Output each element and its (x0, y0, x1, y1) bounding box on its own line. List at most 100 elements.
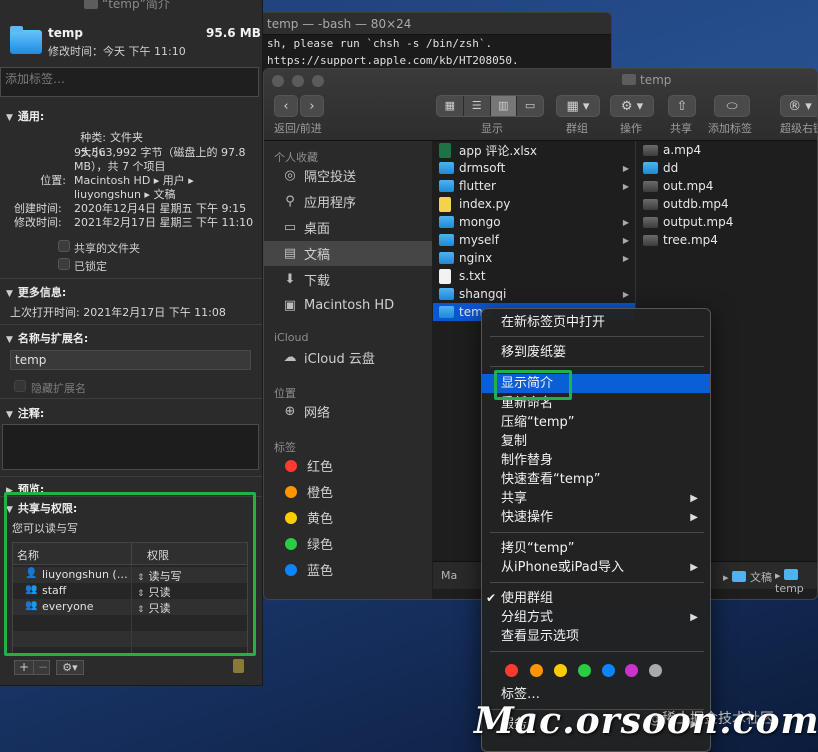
add-tag-button[interactable]: ⬭ (714, 95, 750, 117)
comments-section-header[interactable]: ▼ 注释: (6, 405, 44, 421)
close-window-button[interactable] (272, 75, 284, 87)
folder-row[interactable]: shangqi ▶ (433, 285, 635, 303)
file-row[interactable]: out.mp4 (637, 177, 817, 195)
folder-row[interactable]: dd (637, 159, 817, 177)
back-button[interactable]: ‹ (274, 95, 298, 117)
menu-item-group-by[interactable]: 分组方式 ▶ (482, 608, 710, 627)
menu-item-quick-look[interactable]: 快速查看“temp” (482, 470, 710, 489)
menu-item-open-in-new-tab[interactable]: 在新标签页中打开 (482, 313, 710, 332)
file-row[interactable]: output.mp4 (637, 213, 817, 231)
folder-row[interactable]: drmsoft ▶ (433, 159, 635, 177)
comments-textarea[interactable] (2, 424, 259, 470)
menu-item-compress[interactable]: 压缩“temp” (482, 413, 710, 432)
view-switcher[interactable]: ▦ ☰ ▥ ▭ (436, 95, 544, 117)
blue-tag-dot-icon (285, 563, 297, 576)
site-watermark: Mac.orsoon.com (474, 700, 818, 742)
tag-input[interactable]: 添加标签… (0, 67, 259, 97)
sidebar-item-macintosh-hd[interactable]: ▣ Macintosh HD (264, 293, 432, 318)
chevron-left-icon: ‹ (283, 98, 289, 114)
item-name: temp (48, 26, 83, 40)
file-row[interactable]: tree.mp4 (637, 231, 817, 249)
super-right-click-button[interactable]: ® ▾ (780, 95, 817, 117)
minimize-window-button[interactable] (292, 75, 304, 87)
sidebar-item-tag-yellow[interactable]: 黄色 (264, 505, 432, 530)
folder-row[interactable]: myself ▶ (433, 231, 635, 249)
locked-checkbox[interactable] (58, 258, 70, 270)
sidebar-item-applications[interactable]: ⚲ 应用程序 (264, 189, 432, 214)
gray-tag-dot-icon[interactable] (649, 664, 662, 677)
menu-item-move-to-trash[interactable]: 移到废纸篓 (482, 343, 710, 362)
sidebar-item-tag-red[interactable]: 红色 (264, 453, 432, 478)
action-button[interactable]: ⚙ ▾ (610, 95, 654, 117)
zoom-window-button[interactable] (312, 75, 324, 87)
share-button[interactable]: ⇧ (668, 95, 696, 117)
general-section-header[interactable]: ▼ 通用: (6, 108, 44, 124)
file-row[interactable]: index.py (433, 195, 635, 213)
sidebar-item-tag-blue[interactable]: 蓝色 (264, 557, 432, 582)
excel-file-icon (439, 142, 451, 158)
sidebar-item-downloads[interactable]: ⬇ 下载 (264, 267, 432, 292)
menu-item-import-from-iphone[interactable]: 从iPhone或iPad导入 ▶ (482, 558, 710, 577)
menu-item-use-groups[interactable]: ✔ 使用群组 (482, 589, 710, 608)
lock-icon[interactable] (233, 659, 244, 673)
sidebar-item-network[interactable]: ⊕ 网络 (264, 399, 432, 424)
python-file-icon (439, 196, 451, 212)
name-field[interactable]: temp (10, 350, 251, 370)
menu-item-make-alias[interactable]: 制作替身 (482, 451, 710, 470)
sidebar-item-documents[interactable]: ▤ 文稿 (264, 241, 432, 266)
group-label: 群组 (566, 122, 588, 135)
green-tag-dot-icon (285, 537, 297, 550)
locked-label: 已锁定 (74, 260, 107, 273)
shared-folder-checkbox[interactable] (58, 240, 70, 252)
purple-tag-dot-icon[interactable] (625, 664, 638, 677)
folder-row[interactable]: flutter ▶ (433, 177, 635, 195)
sidebar-item-icloud-drive[interactable]: ☁ iCloud 云盘 (264, 345, 432, 370)
hide-extension-checkbox[interactable] (14, 380, 26, 392)
icon-view-icon[interactable]: ▦ (437, 96, 464, 116)
column-view-icon[interactable]: ▥ (490, 96, 518, 116)
menu-item-quick-actions[interactable]: 快速操作 ▶ (482, 508, 710, 527)
disclosure-open-icon: ▼ (6, 113, 13, 123)
group-button[interactable]: ▦ ▾ (556, 95, 600, 117)
sidebar-item-tag-orange[interactable]: 橙色 (264, 479, 432, 504)
icloud-header: iCloud (274, 331, 309, 344)
documents-icon: ▤ (283, 245, 297, 261)
gear-menu-button[interactable]: ⚙▾ (56, 660, 84, 675)
yellow-tag-dot-icon[interactable] (554, 664, 567, 677)
green-tag-dot-icon[interactable] (578, 664, 591, 677)
file-row[interactable]: outdb.mp4 (637, 195, 817, 213)
sidebar-item-airdrop[interactable]: ◎ 隔空投送 (264, 163, 432, 188)
file-row[interactable]: s.txt (433, 267, 635, 285)
menu-item-show-view-options[interactable]: 查看显示选项 (482, 627, 710, 646)
remove-user-button[interactable]: − (38, 661, 48, 674)
folder-row[interactable]: nginx ▶ (433, 249, 635, 267)
path-segment-documents[interactable]: ▸ 文稿 (723, 569, 772, 585)
gallery-view-icon[interactable]: ▭ (517, 96, 543, 116)
more-info-section-header[interactable]: ▼ 更多信息: (6, 284, 66, 300)
sidebar-item-desktop[interactable]: ▭ 桌面 (264, 215, 432, 240)
desktop-icon: ▭ (283, 219, 297, 235)
sidebar-item-tag-green[interactable]: 绿色 (264, 531, 432, 556)
red-tag-dot-icon[interactable] (505, 664, 518, 677)
path-segment-temp[interactable]: ▸ temp (775, 569, 817, 595)
menu-item-copy[interactable]: 拷贝“temp” (482, 539, 710, 558)
file-row[interactable]: a.mp4 (637, 141, 817, 159)
cloud-icon: ☁ (283, 349, 297, 365)
list-view-icon[interactable]: ☰ (464, 96, 491, 116)
add-user-button[interactable]: + (19, 661, 29, 674)
add-tag-label: 添加标签 (708, 122, 752, 135)
menu-item-share[interactable]: 共享 ▶ (482, 489, 710, 508)
path-segment-disk[interactable]: Ma (441, 569, 457, 582)
menu-separator (490, 582, 704, 583)
forward-button[interactable]: › (300, 95, 324, 117)
name-extension-section-header[interactable]: ▼ 名称与扩展名: (6, 330, 88, 346)
menu-item-duplicate[interactable]: 复制 (482, 432, 710, 451)
chevron-right-icon: ▶ (622, 289, 629, 299)
menu-separator (490, 336, 704, 337)
share-label: 共享 (670, 122, 692, 135)
file-row[interactable]: app 评论.xlsx (433, 141, 635, 159)
folder-row[interactable]: mongo ▶ (433, 213, 635, 231)
blue-tag-dot-icon[interactable] (602, 664, 615, 677)
where-key: 位置: (40, 174, 66, 187)
orange-tag-dot-icon[interactable] (530, 664, 543, 677)
